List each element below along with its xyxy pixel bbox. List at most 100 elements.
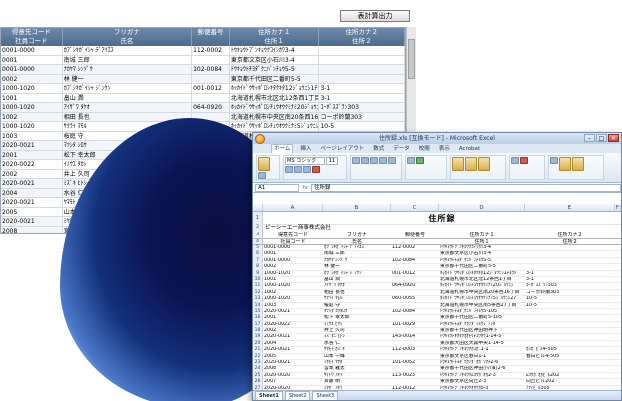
table-cell[interactable]: 宮本 雅太 [323,366,391,371]
table-cell[interactable]: 1003 [263,303,323,308]
table-cell[interactable] [525,334,615,339]
table-cell[interactable]: ｶｽｶﾞﾋﾞﾙ4-505 [525,347,615,352]
sheet-tab[interactable]: Sheet1 [255,390,283,400]
table-cell[interactable]: 水谷 仁 [323,341,391,346]
table-cell[interactable]: ｻｲﾄｳ ｱｷﾗ [323,373,391,378]
table-cell[interactable]: 向丘ビル202 [525,379,615,384]
font-size-select[interactable]: 11 [326,157,338,165]
table-cell[interactable] [391,264,439,269]
table-cell[interactable]: 北海道札幌市北区北12条西1丁目 [439,277,525,282]
table-row[interactable]: 1000-1020 ｻｸﾗｲ ﾏﾓﾙ 060-0055 ﾎｯｶｲﾄﾞｳｻｯﾎﾟﾛｼﾁｭ… [1,122,405,132]
column-header[interactable]: B [323,204,391,211]
insert-icon[interactable] [511,157,519,164]
table-cell[interactable]: 東京都千代田区二番町5-105 [439,315,525,320]
font-color-icon[interactable] [312,166,320,173]
table-cell[interactable] [525,322,615,327]
table-cell[interactable]: 2008 [263,366,323,371]
row-number[interactable]: 26 [253,379,263,385]
table-cell[interactable]: 112-0003 [391,347,439,352]
table-cell[interactable]: 143-0014 [391,334,439,339]
ribbon-tab[interactable]: 挿入 [298,145,313,153]
table-cell[interactable]: 0001-0000 [263,245,323,250]
sum-icon[interactable] [550,157,558,164]
row-number[interactable]: 17 [253,321,263,328]
table-cell[interactable]: ｺｰﾎﾟｽｽﾞﾗﾝ303 [525,283,615,288]
column-header[interactable]: C [391,204,439,211]
table-cell[interactable]: 3-1 [525,277,615,282]
row-number[interactable]: 22 [253,353,263,360]
table-cell[interactable]: 林 健一 [323,264,391,269]
percent-icon[interactable] [416,157,424,164]
column-header[interactable]: D [439,204,525,211]
table-cell[interactable]: 2020-0022 [263,322,323,327]
cell-style-icon[interactable] [478,157,490,171]
row-number[interactable]: 4 [253,238,263,244]
table-cell[interactable] [525,245,615,250]
fx-icon[interactable]: fx [299,185,311,191]
ribbon-tab[interactable]: データ [391,145,412,153]
row-number[interactable]: 6 [253,251,263,257]
table-cell[interactable] [391,341,439,346]
table-row[interactable]: 0001-0000 ｶﾌﾞｼｷｶﾞｲｼｬ ﾃﾞｱｲｴｽ 112-0002 ﾄｳｷｮｳﾄ… [1,46,405,56]
row-number[interactable]: 21 [253,347,263,353]
table-cell[interactable] [525,315,615,320]
table-cell[interactable]: 10-5 [525,303,615,308]
table-cell[interactable]: 2020-0021 [263,309,323,314]
table-cell[interactable]: ﾐﾔﾓﾄ ﾏｻﾀ [323,360,391,365]
table-row[interactable]: 1000-1020 ｶﾌﾞｼｷｶﾞｲｼｬ ｼﾞﾝｹﾝ 001-0012 ﾎｯｶｲﾄﾞｳ… [1,84,405,94]
worksheet[interactable]: ABCDEF 1 住所録 2 ビーシーエー商事株式会社 3 得意先コード フリガナ 郵… [253,204,621,392]
table-row[interactable]: 1001 畠山 潤 北海道札幌市北区北12条西1丁目 3-1 [1,93,405,103]
table-cell[interactable]: ﾎｯｶｲﾄﾞｳｻｯﾎﾟﾛｼﾁｭｳｵｳｸﾐﾅﾐ5ｼﾞｮｳﾆｼ27 [439,296,525,301]
align-center-icon[interactable] [361,157,369,164]
table-cell[interactable] [391,354,439,359]
table-cell[interactable]: 相田 長也 [323,290,391,295]
table-cell[interactable]: ﾎｯｶｲﾄﾞｳｻｯﾎﾟﾛｼｷﾀｸｷﾀ12ｼﾞｮｳﾆｼ1ﾁｮｳﾒ [439,271,525,276]
table-cell[interactable]: 2004 [263,341,323,346]
table-cell[interactable]: ﾄｳｷｮｳﾄﾁﾖﾀﾞｸﾆﾊﾞﾝﾁｮｳ5-5 [439,258,525,263]
column-header[interactable]: 郵便番号 [192,28,230,37]
table-cell[interactable]: ﾄｳｷｮｳﾄｵｵﾀｸｵｵﾓﾘﾁｭｳｵｳ1-14-5 [439,334,525,339]
table-cell[interactable] [391,303,439,308]
row-number[interactable]: 5 [253,245,263,251]
table-cell[interactable]: 東京都文京区小石川3-4 [439,251,525,256]
table-cell[interactable]: ﾄｳｷｮｳﾄﾁﾖﾀﾞｸﾆﾊﾞﾝﾁｮｳ5-105 [439,309,525,314]
table-cell[interactable]: 2001 [263,315,323,320]
table-cell[interactable] [525,341,615,346]
table-cell[interactable]: 1000-1020 [263,283,323,288]
table-cell[interactable]: 東京都大田区大森中央1-14-5 [439,341,525,346]
table-cell[interactable]: 1000-1020 [263,271,323,276]
font-name-select[interactable]: MS ゴシック [285,157,325,165]
row-number[interactable]: 16 [253,315,263,321]
table-cell[interactable] [525,258,615,263]
merge-icon[interactable] [388,157,396,164]
table-cell[interactable]: 山本 一輝 [323,354,391,359]
table-cell[interactable]: ﾐｽﾞﾀﾆ ﾋﾄｼ [323,334,391,339]
row-number[interactable]: 8 [253,264,263,270]
maximize-icon[interactable]: □ [596,134,607,142]
row-number[interactable]: 13 [253,296,263,302]
column-header[interactable]: 住所２ [319,37,405,46]
table-cell[interactable]: 2020-0021 [263,347,323,352]
ribbon-tab[interactable]: ページレイアウト [318,145,366,153]
column-header[interactable]: 氏名 [63,37,193,46]
table-row[interactable]: 1002相田 長也 北海道札幌市中央区南20条西16丁目コーポ鈴蘭303 [1,112,405,122]
delete-icon[interactable] [520,157,528,164]
number-format-icon[interactable] [407,157,415,164]
column-header[interactable] [192,37,230,46]
find-select-icon[interactable] [572,157,584,171]
export-spreadsheet-button[interactable]: 表計算出力 [340,10,410,22]
table-cell[interactable]: 1001 [263,277,323,282]
cut-icon[interactable] [258,172,266,179]
close-icon[interactable]: × [608,134,619,142]
table-cell[interactable]: 北海道札幌市中央区南5条西27丁目 [439,303,525,308]
table-cell[interactable]: ﾑｺｳｶﾞｵｶﾋﾞﾙ202 [525,373,615,378]
sort-filter-icon[interactable] [559,157,571,171]
row-number[interactable]: 9 [253,270,263,276]
table-cell[interactable]: 0002 [263,264,323,269]
row-number[interactable]: 15 [253,308,263,315]
minimize-icon[interactable]: – [584,134,595,142]
table-cell[interactable]: ｻｸﾗｲ ﾏﾓﾙ [323,296,391,301]
row-number[interactable]: 19 [253,334,263,340]
table-cell[interactable]: ｲﾉｳｴ ﾋｻｼ [323,322,391,327]
table-cell[interactable] [391,379,439,384]
